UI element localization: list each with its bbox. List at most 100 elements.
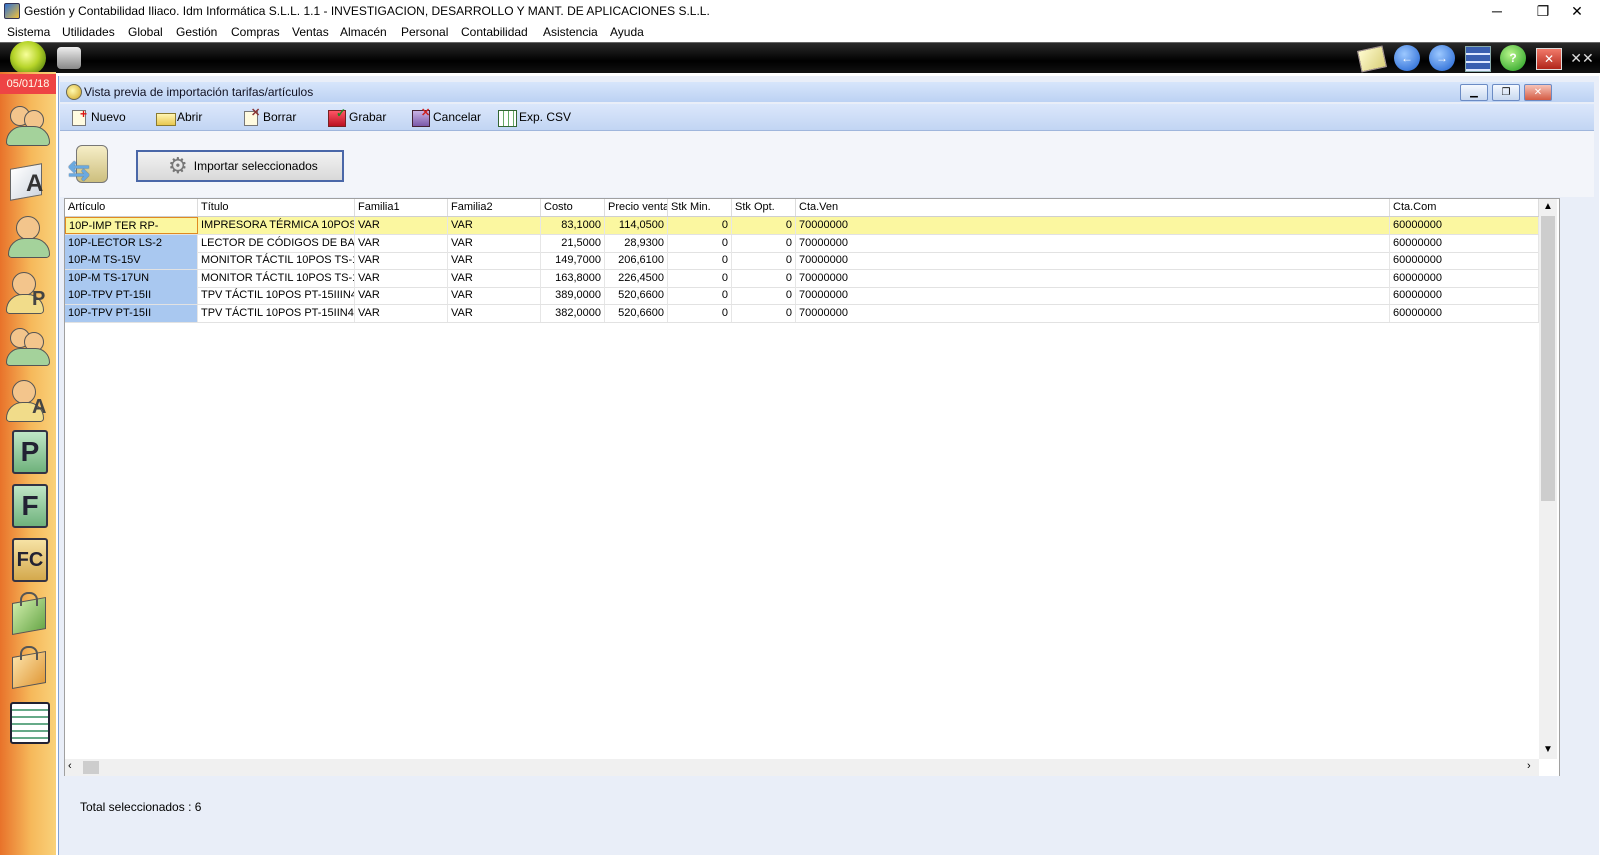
- col-titulo-cell[interactable]: IMPRESORA TÉRMICA 10POS RP: [198, 217, 355, 234]
- ledger-icon[interactable]: [6, 700, 50, 744]
- col-stk-opt-header[interactable]: Stk Opt.: [732, 199, 796, 216]
- table-row[interactable]: 10P-LECTOR LS-2 LECTOR DE CÓDIGOS DE BAR V…: [65, 234, 1539, 253]
- col-titulo-cell[interactable]: TPV TÁCTIL 10POS PT-15IIIN4: [198, 287, 355, 304]
- col-precio-venta-cell[interactable]: 520,6600: [605, 304, 668, 322]
- table-row[interactable]: 10P-TPV PT-15II TPV TÁCTIL 10POS PT-15IIN…: [65, 304, 1539, 323]
- col-stk-opt-cell[interactable]: 0: [732, 217, 796, 234]
- col-precio-venta-cell[interactable]: 226,4500: [605, 269, 668, 287]
- col-precio-venta-cell[interactable]: 114,0500: [605, 217, 668, 234]
- col-stk-min-cell[interactable]: 0: [668, 217, 732, 234]
- col-familia1-cell[interactable]: VAR: [355, 287, 448, 304]
- menu-contabilidad[interactable]: Contabilidad: [461, 25, 528, 39]
- col-cta-com-cell[interactable]: 60000000: [1390, 252, 1539, 269]
- scroll-left-icon[interactable]: ‹: [68, 760, 72, 772]
- col-familia2-cell[interactable]: VAR: [448, 287, 541, 304]
- col-cta-com-cell[interactable]: 60000000: [1390, 287, 1539, 304]
- col-familia1-cell[interactable]: VAR: [355, 252, 448, 269]
- col-familia2-cell[interactable]: VAR: [448, 269, 541, 287]
- menu-ayuda[interactable]: Ayuda: [610, 25, 644, 39]
- col-titulo-cell[interactable]: MONITOR TÁCTIL 10POS TS-17: [198, 269, 355, 287]
- col-costo-cell[interactable]: 389,0000: [541, 287, 605, 304]
- col-precio-venta-cell[interactable]: 520,6600: [605, 287, 668, 304]
- col-familia1-cell[interactable]: VAR: [355, 217, 448, 234]
- col-precio-venta-header[interactable]: Precio venta: [605, 199, 668, 216]
- col-familia2-header[interactable]: Familia2: [448, 199, 541, 216]
- back-arrow-icon[interactable]: ←: [1394, 45, 1420, 71]
- home-orb-icon[interactable]: [10, 41, 46, 75]
- f-doc-icon[interactable]: F: [6, 484, 50, 528]
- col-precio-venta-cell[interactable]: 28,9300: [605, 234, 668, 252]
- vertical-scroll-thumb[interactable]: [1541, 216, 1555, 501]
- col-cta-ven-cell[interactable]: 70000000: [796, 269, 1390, 287]
- abrir-button[interactable]: Abrir: [156, 108, 202, 126]
- col-stk-opt-cell[interactable]: 0: [732, 304, 796, 322]
- col-familia2-cell[interactable]: VAR: [448, 304, 541, 322]
- provider-icon[interactable]: P: [6, 270, 50, 314]
- col-cta-ven-cell[interactable]: 70000000: [796, 217, 1390, 234]
- menu-ventas[interactable]: Ventas: [292, 25, 329, 39]
- nuevo-button[interactable]: + Nuevo: [70, 107, 126, 126]
- col-cta-ven-cell[interactable]: 70000000: [796, 234, 1390, 252]
- back-transfer-button[interactable]: ⇆: [68, 143, 114, 185]
- col-cta-com-cell[interactable]: 60000000: [1390, 234, 1539, 252]
- col-stk-min-cell[interactable]: 0: [668, 234, 732, 252]
- col-cta-com-cell[interactable]: 60000000: [1390, 269, 1539, 287]
- col-articulo-cell[interactable]: 10P-TPV PT-15II: [65, 304, 198, 322]
- printer-icon[interactable]: [57, 47, 81, 69]
- table-row[interactable]: 10P-TPV PT-15II TPV TÁCTIL 10POS PT-15III…: [65, 287, 1539, 305]
- col-articulo-cell[interactable]: 10P-M TS-17UN: [65, 269, 198, 287]
- col-familia1-cell[interactable]: VAR: [355, 234, 448, 252]
- menu-asistencia[interactable]: Asistencia: [543, 25, 598, 39]
- col-stk-min-cell[interactable]: 0: [668, 252, 732, 269]
- col-stk-min-cell[interactable]: 0: [668, 304, 732, 322]
- users-icon[interactable]: [6, 104, 50, 148]
- col-familia2-cell[interactable]: VAR: [448, 234, 541, 252]
- import-selected-button[interactable]: ⚙ Importar seleccionados: [136, 150, 344, 182]
- borrar-button[interactable]: ✕ Borrar: [242, 107, 296, 126]
- fpc-doc-icon[interactable]: FC: [6, 538, 50, 582]
- col-titulo-cell[interactable]: LECTOR DE CÓDIGOS DE BAR: [198, 234, 355, 252]
- col-costo-cell[interactable]: 149,7000: [541, 252, 605, 269]
- col-articulo-cell[interactable]: 10P-LECTOR LS-2: [65, 234, 198, 252]
- forward-arrow-icon[interactable]: →: [1429, 45, 1455, 71]
- col-stk-opt-cell[interactable]: 0: [732, 287, 796, 304]
- mail-icon[interactable]: [1356, 45, 1388, 73]
- col-costo-header[interactable]: Costo: [541, 199, 605, 216]
- agent-icon[interactable]: A: [6, 378, 50, 422]
- scroll-up-icon[interactable]: ▲: [1543, 201, 1553, 212]
- col-stk-min-header[interactable]: Stk Min.: [668, 199, 732, 216]
- menu-sistema[interactable]: Sistema: [7, 25, 50, 39]
- vertical-scrollbar[interactable]: ▲ ▼: [1539, 199, 1557, 759]
- scroll-right-icon[interactable]: ›: [1527, 760, 1531, 772]
- menu-almacen[interactable]: Almacén: [340, 25, 387, 39]
- col-costo-cell[interactable]: 382,0000: [541, 304, 605, 322]
- col-familia1-header[interactable]: Familia1: [355, 199, 448, 216]
- col-familia1-cell[interactable]: VAR: [355, 269, 448, 287]
- col-familia2-cell[interactable]: VAR: [448, 217, 541, 234]
- grabar-button[interactable]: ✓ Grabar: [328, 106, 386, 127]
- help-icon[interactable]: ?: [1500, 45, 1526, 71]
- col-articulo-cell[interactable]: 10P-TPV PT-15II: [65, 287, 198, 304]
- col-cta-ven-cell[interactable]: 70000000: [796, 304, 1390, 322]
- close-button[interactable]: ✕: [1554, 0, 1600, 22]
- col-stk-opt-cell[interactable]: 0: [732, 252, 796, 269]
- col-cta-com-cell[interactable]: 60000000: [1390, 217, 1539, 234]
- menu-utilidades[interactable]: Utilidades: [62, 25, 115, 39]
- col-costo-cell[interactable]: 21,5000: [541, 234, 605, 252]
- p-doc-icon[interactable]: P: [6, 430, 50, 474]
- col-familia2-cell[interactable]: VAR: [448, 252, 541, 269]
- exit-app-icon[interactable]: ✕✕: [1569, 47, 1595, 69]
- horizontal-scroll-thumb[interactable]: [83, 761, 99, 774]
- child-close-button[interactable]: ✕: [1524, 84, 1552, 101]
- col-precio-venta-cell[interactable]: 206,6100: [605, 252, 668, 269]
- contacts-icon[interactable]: [6, 324, 50, 368]
- col-stk-opt-cell[interactable]: 0: [732, 269, 796, 287]
- menu-gestion[interactable]: Gestión: [176, 25, 217, 39]
- col-familia1-cell[interactable]: VAR: [355, 304, 448, 322]
- table-row[interactable]: 10P-M TS-15V MONITOR TÁCTIL 10POS TS-15 VA…: [65, 252, 1539, 270]
- table-row[interactable]: 10P-M TS-17UN MONITOR TÁCTIL 10POS TS-17 V…: [65, 269, 1539, 288]
- shopping-bag-orange-icon[interactable]: [6, 646, 50, 690]
- close-window-icon[interactable]: ✕: [1536, 48, 1562, 70]
- shopping-bag-green-icon[interactable]: [6, 592, 50, 636]
- col-cta-com-header[interactable]: Cta.Com: [1390, 199, 1539, 216]
